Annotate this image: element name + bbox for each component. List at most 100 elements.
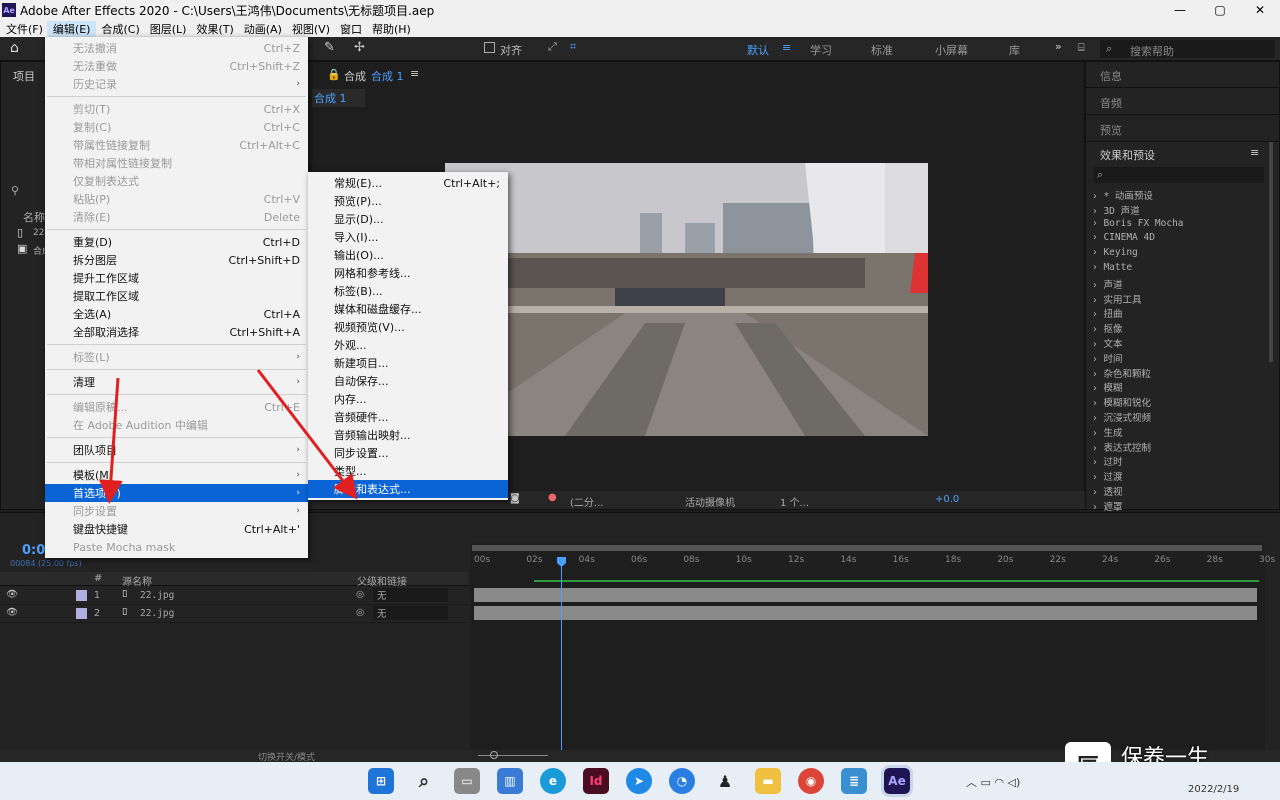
layer-bar-2[interactable]	[474, 606, 1257, 620]
work-area-bar[interactable]	[472, 545, 1262, 551]
preferences-item[interactable]: 媒体和磁盘缓存...	[308, 300, 508, 318]
effects-category[interactable]: › 声道	[1092, 277, 1262, 292]
views-select[interactable]: 1 个...	[780, 494, 809, 509]
folder-icon[interactable]: ▬	[755, 768, 781, 794]
edit-menu-item[interactable]: 带相对属性链接复制	[45, 154, 308, 172]
close-button[interactable]: ✕	[1240, 3, 1280, 17]
preferences-item[interactable]: 视频预览(V)...	[308, 318, 508, 336]
color-icon[interactable]: ●	[548, 492, 557, 503]
camera-select[interactable]: 活动摄像机	[685, 494, 735, 509]
layer-row[interactable]: 👁 2 ▯ 22.jpg ◎ 无	[0, 605, 468, 623]
panel-search-icon[interactable]: ⌸	[1078, 41, 1085, 55]
project-col-name[interactable]: 名称	[23, 209, 45, 225]
effects-category[interactable]: › 透视	[1092, 484, 1262, 499]
edit-menu-item[interactable]: 标签(L) ›	[45, 348, 308, 366]
effects-category[interactable]: › Keying	[1092, 247, 1262, 262]
edit-menu-item[interactable]: 清除(E) Delete	[45, 208, 308, 226]
browser-e-icon[interactable]: e	[540, 768, 566, 794]
menu-layer[interactable]: 图层(L)	[145, 21, 192, 37]
menu-composition[interactable]: 合成(C)	[96, 21, 144, 37]
edit-menu-item[interactable]: 无法重做 Ctrl+Shift+Z	[45, 57, 308, 75]
preferences-item[interactable]: 预览(P)...	[308, 192, 508, 210]
effects-title[interactable]: 效果和预设	[1100, 147, 1155, 163]
time-ruler[interactable]: 00s 02s 04s 06s 08s 10s 12s 14s 16s 18s 20s 22s 24s 2…	[470, 543, 1275, 571]
effects-category[interactable]: › 过时	[1092, 454, 1262, 469]
effects-category[interactable]: › 表达式控制	[1092, 440, 1262, 455]
indesign-icon[interactable]: Id	[583, 768, 609, 794]
edit-menu-item[interactable]: 键盘快捷键 Ctrl+Alt+'	[45, 520, 308, 538]
preferences-item[interactable]: 输出(O)...	[308, 246, 508, 264]
project-search-icon[interactable]: ⚲	[11, 184, 19, 197]
parent-pickwhip-icon[interactable]: ◎	[356, 607, 364, 618]
layer-bar-1[interactable]	[474, 588, 1257, 602]
edit-menu-item[interactable]: 模板(M) ›	[45, 466, 308, 484]
edit-menu-item[interactable]: 同步设置 ›	[45, 502, 308, 520]
effects-category[interactable]: › 扭曲	[1092, 306, 1262, 321]
menu-view[interactable]: 视图(V)	[287, 21, 335, 37]
menu-help[interactable]: 帮助(H)	[367, 21, 416, 37]
tool-icon[interactable]: ✎	[324, 40, 335, 55]
workspace-standard[interactable]: 标准	[871, 42, 893, 58]
preferences-item[interactable]: 网格和参考线...	[308, 264, 508, 282]
workspace-small[interactable]: 小屏幕	[935, 42, 968, 58]
edit-menu-item[interactable]: 编辑原稿... Ctrl+E	[45, 398, 308, 416]
effects-menu-icon[interactable]: ≡	[1250, 146, 1259, 159]
eye-icon[interactable]: 👁	[6, 589, 18, 600]
edit-menu-item[interactable]: 复制(C) Ctrl+C	[45, 118, 308, 136]
edit-menu-item[interactable]: 仅复制表达式	[45, 172, 308, 190]
comp-breadcrumb[interactable]: 合成 1	[312, 89, 365, 107]
menu-edit[interactable]: 编辑(E)	[46, 20, 97, 37]
edit-menu-item[interactable]: 拆分图层 Ctrl+Shift+D	[45, 251, 308, 269]
menu-animation[interactable]: 动画(A)	[239, 21, 287, 37]
preferences-item[interactable]: 脚本和表达式...	[308, 480, 508, 498]
edit-menu-item[interactable]: 在 Adobe Audition 中编辑	[45, 416, 308, 434]
preferences-item[interactable]: 内存...	[308, 390, 508, 408]
chat-icon[interactable]: ◔	[669, 768, 695, 794]
preferences-item[interactable]: 常规(E)... Ctrl+Alt+;	[308, 174, 508, 192]
preferences-item[interactable]: 显示(D)...	[308, 210, 508, 228]
effects-category[interactable]: › * 动画预设	[1092, 188, 1262, 203]
effects-category[interactable]: › Boris FX Mocha	[1092, 218, 1262, 233]
menu-effect[interactable]: 效果(T)	[191, 21, 238, 37]
effects-category[interactable]: › 3D 声道	[1092, 203, 1262, 218]
workspace-overflow-icon[interactable]: »	[1055, 40, 1062, 53]
workspace-default[interactable]: 默认	[747, 42, 769, 58]
effects-category[interactable]: › 杂色和颗粒	[1092, 366, 1262, 381]
snap-icon[interactable]: ⤢	[548, 40, 557, 54]
zoom-knob[interactable]	[490, 751, 498, 759]
edit-menu-item[interactable]: 团队项目 ›	[45, 441, 308, 459]
exposure-value[interactable]: +0.0	[935, 494, 959, 505]
chrome-icon[interactable]: ◉	[798, 768, 824, 794]
preferences-item[interactable]: 类型...	[308, 462, 508, 480]
comp-tab-name[interactable]: 合成 1	[371, 68, 404, 84]
effects-category[interactable]: › 文本	[1092, 336, 1262, 351]
layer-row[interactable]: 👁 1 ▯ 22.jpg ◎ 无	[0, 587, 468, 605]
widgets-icon[interactable]: ▥	[497, 768, 523, 794]
help-search[interactable]: ⌕ 搜索帮助	[1100, 40, 1275, 58]
eye-icon[interactable]: 👁	[6, 607, 18, 618]
after-effects-taskbar-icon[interactable]: Ae	[881, 765, 913, 797]
edit-menu-item[interactable]: 历史记录 ›	[45, 75, 308, 93]
preferences-item[interactable]: 音频输出映射...	[308, 426, 508, 444]
edit-menu-item[interactable]: 提升工作区域	[45, 269, 308, 287]
send-icon[interactable]: ➤	[626, 768, 652, 794]
start-icon[interactable]: ⊞	[368, 768, 394, 794]
edit-menu-item[interactable]: 带属性链接复制 Ctrl+Alt+C	[45, 136, 308, 154]
preferences-item[interactable]: 自动保存...	[308, 372, 508, 390]
preferences-item[interactable]: 标签(B)...	[308, 282, 508, 300]
info-tab[interactable]: 信息	[1086, 62, 1279, 88]
edit-menu-item[interactable]: 全部取消选择 Ctrl+Shift+A	[45, 323, 308, 341]
workspace-library[interactable]: 库	[1009, 42, 1020, 58]
edit-menu-item[interactable]: 剪切(T) Ctrl+X	[45, 100, 308, 118]
col-parent[interactable]: 父级和链接	[357, 573, 407, 588]
col-source[interactable]: 源名称	[122, 573, 152, 588]
edit-menu-item[interactable]: 全选(A) Ctrl+A	[45, 305, 308, 323]
minimize-button[interactable]: —	[1160, 3, 1200, 17]
edit-menu-item[interactable]: Paste Mocha mask	[45, 538, 308, 556]
project-tab[interactable]: 项目	[13, 68, 35, 84]
effects-category[interactable]: › 生成	[1092, 425, 1262, 440]
preferences-item[interactable]: 音频硬件...	[308, 408, 508, 426]
edit-menu-item[interactable]: 清理 ›	[45, 373, 308, 391]
qq-icon[interactable]: ♟	[712, 768, 738, 794]
edit-menu-item[interactable]: 提取工作区域	[45, 287, 308, 305]
